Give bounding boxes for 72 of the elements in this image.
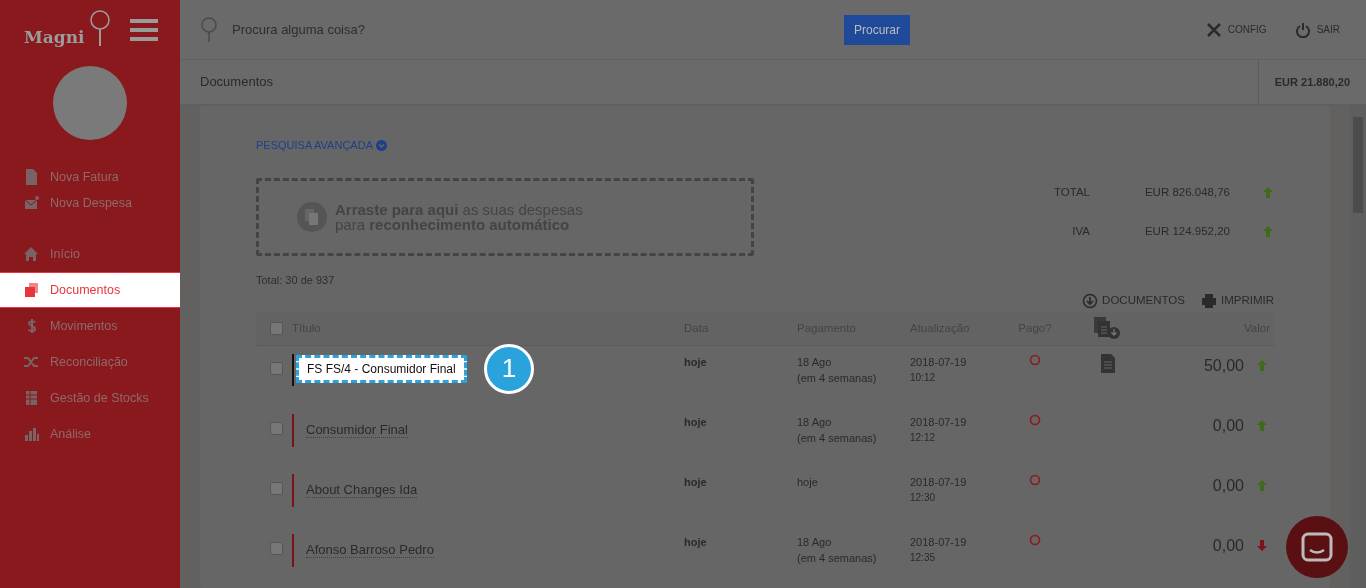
balance: EUR 21.880,20 — [1257, 60, 1366, 104]
chat-icon — [1301, 532, 1333, 562]
table-cell-text: 2018-07-19 — [910, 354, 968, 370]
table-cell-text: 10:12 — [910, 371, 937, 385]
table-cell: hoje — [684, 355, 707, 368]
table-cell-text: 12:12 — [910, 431, 937, 445]
table-cell-text: 12:35 — [910, 551, 937, 565]
logo: Magni — [24, 10, 111, 50]
top-bar-action[interactable]: SAIR — [1288, 20, 1346, 39]
power-icon — [1294, 21, 1311, 38]
table-cell-text: 2018-07-19 — [910, 534, 968, 550]
table-cell-text: 12:30 — [910, 491, 937, 505]
table-action-link[interactable]: IMPRIMIR — [1200, 292, 1274, 310]
table-cell-text: 18 Ago — [797, 534, 833, 550]
documents-icon — [24, 282, 40, 298]
bar-chart-icon — [24, 426, 40, 442]
document-title-link[interactable]: About Changes Ida — [306, 481, 418, 498]
table-cell: hoje — [684, 415, 707, 428]
scrollbar[interactable] — [1350, 105, 1366, 588]
search-field[interactable]: Procura alguma coisa? — [230, 18, 590, 41]
table-cell-text: 50,00 — [1203, 355, 1244, 376]
table-cell-text: 18 Ago — [797, 414, 833, 430]
sidebar-item[interactable]: Documentos — [0, 272, 180, 308]
document-title-link[interactable]: Afonso Barroso Pedro — [306, 541, 434, 558]
total-value: EUR 124.952,20 — [1144, 223, 1230, 239]
table-cell: hoje — [684, 475, 707, 488]
table-cell-text: 18 Ago — [797, 354, 833, 370]
envelope-icon — [24, 195, 40, 211]
sidebar-item[interactable]: Movimentos — [0, 308, 180, 344]
document-count: Total: 30 de 937 — [256, 272, 335, 288]
document-icon[interactable] — [1099, 353, 1116, 373]
table-cell-text: 2018-07-19 — [910, 474, 968, 490]
row-checkbox[interactable] — [270, 361, 283, 375]
sidebar-item[interactable]: Nova Despesa — [0, 190, 180, 216]
search-button[interactable]: Procurar — [844, 14, 910, 45]
download-icon — [1082, 292, 1099, 309]
shuffle-icon — [24, 354, 40, 370]
chevron-down-icon — [375, 139, 387, 151]
row-checkbox[interactable] — [270, 541, 283, 555]
table-cell-text: 0,00 — [1212, 535, 1244, 556]
sidebar-item[interactable]: Reconciliação — [0, 344, 180, 380]
total-label: IVA — [1072, 223, 1090, 239]
advanced-search-link[interactable]: PESQUISA AVANÇADA — [256, 137, 387, 154]
documents-icon — [297, 201, 327, 232]
table-cell-text: (em 4 semanas) — [797, 431, 878, 446]
table-cell-text: 0,00 — [1212, 415, 1244, 436]
ledger-icon — [24, 390, 40, 406]
select-all-checkbox[interactable] — [270, 321, 283, 335]
step-number-badge: 1 — [484, 343, 534, 394]
table-cell-text: 0,00 — [1212, 475, 1244, 496]
table-cell-text: (em 4 semanas) — [797, 551, 878, 566]
tree-icon — [200, 16, 218, 43]
home-icon — [24, 246, 40, 262]
sidebar-item[interactable]: Início — [0, 236, 180, 272]
table-cell-text: (em 4 semanas) — [797, 371, 878, 386]
table-cell-text: hoje — [797, 474, 819, 490]
file-icon — [24, 169, 40, 185]
top-bar-action[interactable]: CONFIG — [1199, 20, 1273, 39]
table-action-link[interactable]: DOCUMENTOS — [1082, 292, 1185, 310]
sidebar-item[interactable]: Análise — [0, 416, 180, 452]
sidebar-item[interactable]: Nova Fatura — [0, 164, 180, 190]
row-checkbox[interactable] — [270, 481, 283, 495]
table-cell: hoje — [684, 535, 707, 548]
page-title: Documentos — [199, 73, 274, 92]
document-title-link[interactable]: Consumidor Final — [306, 421, 408, 438]
table-cell-text: 2018-07-19 — [910, 414, 968, 430]
menu-icon[interactable] — [130, 19, 158, 41]
document-title-link[interactable]: FS FS/4 - Consumidor Final — [296, 354, 467, 383]
total-label: TOTAL — [1054, 184, 1090, 200]
total-value: EUR 826.048,76 — [1144, 184, 1230, 200]
row-checkbox[interactable] — [270, 421, 283, 435]
sidebar-item[interactable]: Gestão de Stocks — [0, 380, 180, 416]
